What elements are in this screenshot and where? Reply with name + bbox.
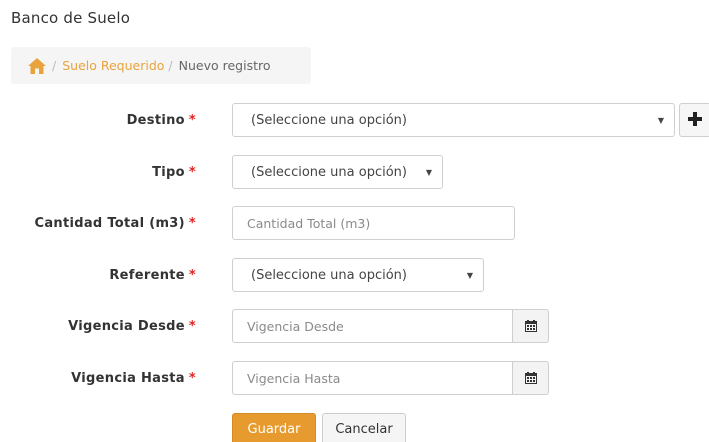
destino-label: Destino * xyxy=(126,112,196,128)
required-mark: * xyxy=(188,215,196,231)
required-mark: * xyxy=(188,164,196,180)
cantidad-label: Cantidad Total (m3) * xyxy=(34,215,196,231)
vigencia-desde-calendar-button[interactable] xyxy=(512,309,549,343)
home-icon[interactable] xyxy=(28,56,48,76)
tipo-select[interactable]: (Seleccione una opción) ▼ xyxy=(232,155,443,189)
required-mark: * xyxy=(188,370,196,386)
vigencia-desde-placeholder: Vigencia Desde xyxy=(247,318,344,334)
vigencia-hasta-label: Vigencia Hasta * xyxy=(71,370,196,386)
breadcrumb-separator: / xyxy=(168,58,173,73)
referente-select-value: (Seleccione una opción) xyxy=(251,267,407,283)
destino-select-value: (Seleccione una opción) xyxy=(251,112,407,128)
required-mark: * xyxy=(188,318,196,334)
add-destino-button[interactable] xyxy=(679,103,709,137)
destino-select[interactable]: (Seleccione una opción) ▼ xyxy=(232,103,675,137)
page-title: Banco de Suelo xyxy=(11,9,131,27)
referente-select[interactable]: (Seleccione una opción) ▼ xyxy=(232,258,484,292)
required-mark: * xyxy=(188,112,196,128)
caret-down-icon: ▼ xyxy=(466,271,473,280)
caret-down-icon: ▼ xyxy=(657,116,664,125)
breadcrumb-current: Nuevo registro xyxy=(178,58,271,73)
vigencia-desde-input[interactable]: Vigencia Desde xyxy=(232,309,513,343)
plus-icon xyxy=(688,111,702,130)
referente-label: Referente * xyxy=(109,267,196,283)
cancelar-button[interactable]: Cancelar xyxy=(322,413,406,442)
cantidad-input[interactable]: Cantidad Total (m3) xyxy=(232,206,515,240)
calendar-icon xyxy=(524,317,537,336)
tipo-select-value: (Seleccione una opción) xyxy=(251,164,407,180)
required-mark: * xyxy=(188,267,196,283)
breadcrumb-link-suelo-requerido[interactable]: Suelo Requerido xyxy=(62,58,164,73)
guardar-button[interactable]: Guardar xyxy=(232,413,316,442)
vigencia-hasta-calendar-button[interactable] xyxy=(512,361,549,395)
calendar-icon xyxy=(524,369,537,388)
vigencia-hasta-placeholder: Vigencia Hasta xyxy=(247,370,341,386)
caret-down-icon: ▼ xyxy=(425,168,432,177)
breadcrumb: / Suelo Requerido / Nuevo registro xyxy=(11,47,311,84)
tipo-label: Tipo * xyxy=(152,164,196,180)
vigencia-hasta-input[interactable]: Vigencia Hasta xyxy=(232,361,513,395)
vigencia-desde-label: Vigencia Desde * xyxy=(68,318,196,334)
cantidad-placeholder: Cantidad Total (m3) xyxy=(247,215,371,231)
breadcrumb-separator: / xyxy=(52,58,57,73)
